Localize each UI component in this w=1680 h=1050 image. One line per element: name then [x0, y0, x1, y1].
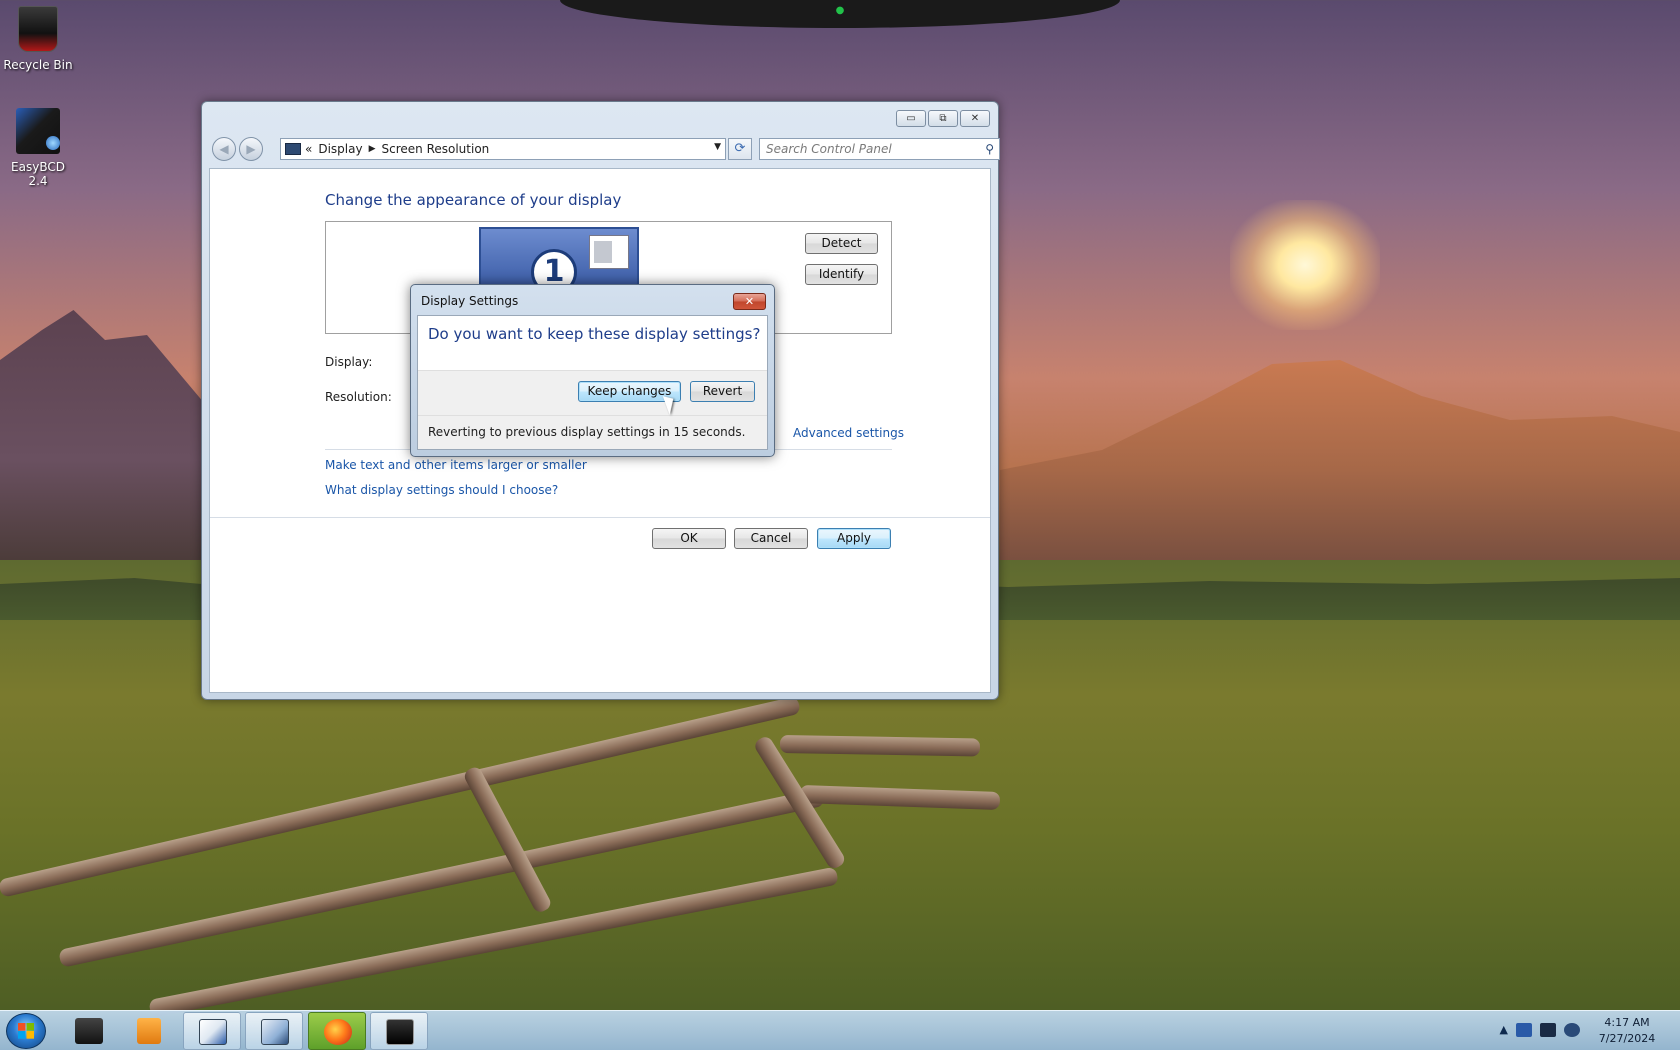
search-input[interactable]: Search Control Panel ⚲ [759, 138, 1000, 160]
breadcrumb-chevron-icon[interactable]: ▶ [369, 144, 376, 154]
breadcrumb-display[interactable]: Display [318, 142, 362, 156]
media-player-icon [137, 1018, 161, 1044]
back-button[interactable]: ◀ [212, 137, 236, 161]
dialog-footer: Keep changes Revert Reverting to previou… [418, 370, 767, 449]
desktop-icon-recycle-bin[interactable]: Recycle Bin [0, 6, 76, 72]
dialog-close-button[interactable]: ✕ [733, 293, 766, 310]
address-dropdown-icon[interactable]: ▼ [714, 142, 721, 152]
action-center-icon[interactable] [1516, 1023, 1532, 1037]
clock-date: 7/27/2024 [1598, 1032, 1656, 1045]
monitor-window-icon [589, 235, 629, 269]
navigation-bar: ◀ ▶ « Display ▶ Screen Resolution ▼ ⟳ Se… [210, 136, 1000, 162]
display-settings-dialog: Display Settings ✕ Do you want to keep t… [410, 284, 775, 457]
paint-icon [199, 1019, 227, 1045]
forward-button[interactable]: ▶ [239, 137, 263, 161]
camera-notch: ● [560, 0, 1120, 28]
desktop-icon-label: EasyBCD 2.4 [11, 160, 65, 188]
monitor-tile[interactable]: 1 [479, 227, 639, 295]
apply-button[interactable]: Apply [817, 528, 891, 549]
breadcrumb-overflow[interactable]: « [305, 142, 312, 156]
taskbar-item-display[interactable] [370, 1012, 428, 1050]
taskbar-clock[interactable]: 4:17 AM 7/27/2024 [1592, 1015, 1662, 1047]
wallpaper-mountain-left [0, 310, 210, 560]
taskbar-item-media-player[interactable] [120, 1012, 178, 1050]
text-size-link[interactable]: Make text and other items larger or smal… [325, 458, 587, 472]
dialog-title: Display Settings [421, 294, 519, 308]
footer-divider [210, 517, 990, 518]
drive-icon [75, 1018, 103, 1044]
address-bar[interactable]: « Display ▶ Screen Resolution ▼ [280, 138, 726, 160]
countdown-message: Reverting to previous display settings i… [428, 425, 746, 439]
identify-button[interactable]: Identify [805, 264, 878, 285]
cancel-button[interactable]: Cancel [734, 528, 808, 549]
taskbar-item-drive[interactable] [60, 1012, 118, 1050]
start-button[interactable] [6, 1013, 46, 1049]
taskbar: ▲ 4:17 AM 7/27/2024 [0, 1010, 1680, 1050]
recycle-bin-icon [16, 6, 60, 56]
forward-arrow-icon: ▶ [246, 142, 256, 156]
search-icon[interactable]: ⚲ [985, 139, 994, 159]
detect-button[interactable]: Detect [805, 233, 878, 254]
firefox-icon [324, 1019, 352, 1045]
desktop-icon-label: Recycle Bin [3, 58, 73, 72]
camera-indicator-icon: ● [835, 5, 845, 16]
maximize-button[interactable]: ⧉ [928, 110, 958, 127]
refresh-button[interactable]: ⟳ [728, 138, 752, 160]
wallpaper-fence-rail [779, 735, 981, 757]
network-icon[interactable] [1540, 1023, 1556, 1037]
wallpaper-sun [1230, 200, 1380, 330]
taskbar-item-paint[interactable] [183, 1012, 241, 1050]
desktop-icon-easybcd[interactable]: EasyBCD 2.4 [0, 108, 76, 188]
control-panel-icon [285, 143, 301, 155]
display-icon [386, 1019, 414, 1045]
control-panel-icon [261, 1019, 289, 1045]
clock-time: 4:17 AM [1604, 1016, 1650, 1029]
resolution-label: Resolution: [325, 390, 392, 404]
display-label: Display: [325, 355, 373, 369]
dialog-question: Do you want to keep these display settin… [428, 325, 761, 343]
taskbar-item-control-panel[interactable] [245, 1012, 303, 1050]
ok-button[interactable]: OK [652, 528, 726, 549]
revert-button[interactable]: Revert [690, 381, 755, 402]
wallpaper-mountain-right [1000, 360, 1680, 560]
dialog-footer-divider [418, 415, 767, 416]
page-title: Change the appearance of your display [325, 191, 622, 209]
dialog-body: Do you want to keep these display settin… [417, 315, 768, 450]
close-button[interactable]: ✕ [960, 110, 990, 127]
display-help-link[interactable]: What display settings should I choose? [325, 483, 558, 497]
breadcrumb-screen-resolution[interactable]: Screen Resolution [382, 142, 490, 156]
taskbar-item-firefox[interactable] [308, 1012, 366, 1050]
minimize-button[interactable]: ▭ [896, 110, 926, 127]
window-controls: ▭ ⧉ ✕ [896, 110, 990, 127]
refresh-icon: ⟳ [734, 141, 746, 156]
easybcd-icon [16, 108, 60, 158]
search-placeholder: Search Control Panel [766, 142, 892, 156]
volume-icon[interactable] [1564, 1023, 1580, 1037]
show-hidden-icons-button[interactable]: ▲ [1500, 1023, 1508, 1037]
tray-icons: ▲ [1500, 1023, 1580, 1037]
advanced-settings-link[interactable]: Advanced settings [793, 426, 904, 440]
back-arrow-icon: ◀ [219, 142, 229, 156]
